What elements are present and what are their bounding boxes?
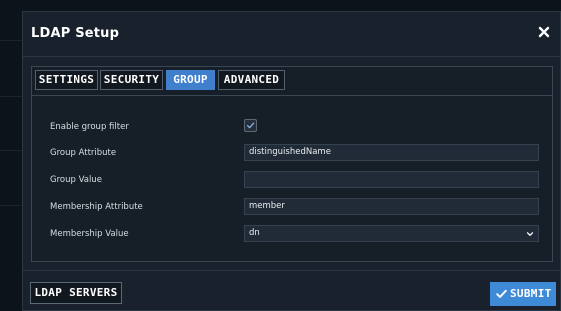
submit-label: SUBMIT [510, 287, 552, 300]
membership-value-selected: dn [249, 228, 260, 238]
modal-header: LDAP Setup [23, 12, 560, 57]
background-divider [0, 205, 22, 206]
membership-attribute-input[interactable]: member [244, 198, 539, 215]
close-icon[interactable] [536, 24, 552, 40]
modal-title: LDAP Setup [31, 26, 120, 41]
enable-group-filter-checkbox[interactable] [244, 119, 257, 132]
group-attribute-input[interactable]: distinguishedName [244, 144, 539, 161]
check-icon [496, 289, 507, 298]
footer-divider [23, 270, 560, 271]
chevron-down-icon [526, 232, 534, 236]
group-value-label: Group Value [50, 175, 102, 185]
tab-bar: SETTINGS SECURITY GROUP ADVANCED [32, 67, 552, 96]
background-divider [0, 150, 22, 151]
membership-value-select[interactable]: dn [244, 225, 539, 242]
tab-settings[interactable]: SETTINGS [35, 70, 98, 90]
membership-value-label: Membership Value [50, 229, 129, 239]
background-divider [0, 40, 22, 41]
membership-attribute-label: Membership Attribute [50, 202, 143, 212]
enable-group-filter-label: Enable group filter [50, 122, 129, 132]
tab-security[interactable]: SECURITY [100, 70, 163, 90]
tab-advanced[interactable]: ADVANCED [218, 70, 285, 90]
ldap-setup-modal: LDAP Setup SETTINGS SECURITY GROUP ADVAN… [22, 11, 561, 311]
ldap-servers-button[interactable]: LDAP SERVERS [30, 282, 122, 304]
background-divider [0, 96, 22, 97]
group-attribute-label: Group Attribute [50, 148, 117, 158]
submit-button[interactable]: SUBMIT [490, 282, 556, 306]
tab-group[interactable]: GROUP [166, 70, 215, 90]
checkmark-icon [246, 122, 255, 129]
settings-panel: SETTINGS SECURITY GROUP ADVANCED Enable … [31, 66, 553, 262]
group-value-input[interactable] [244, 171, 539, 188]
